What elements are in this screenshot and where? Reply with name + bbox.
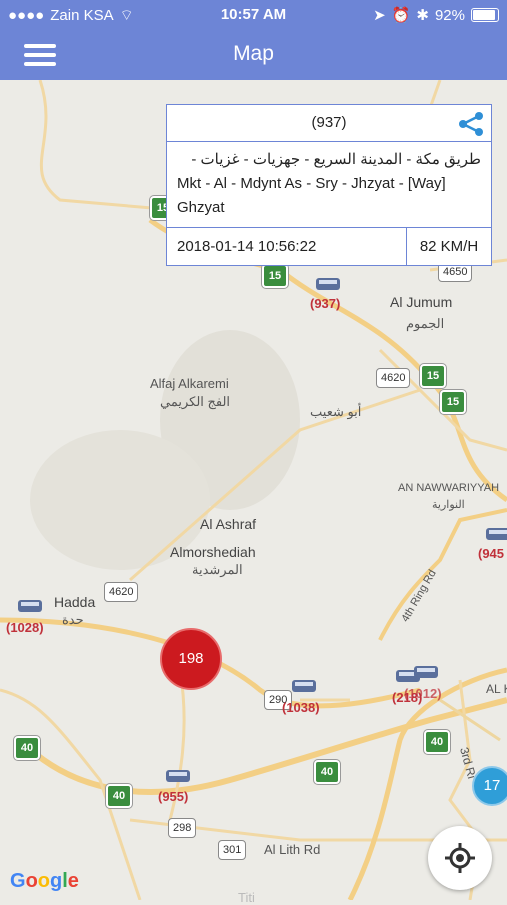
vehicle-info-card: (937) طريق مكة - المدينة السريع - جهزيات… bbox=[166, 104, 492, 266]
road-label: Al Lith Rd bbox=[264, 842, 321, 857]
highway-shield: 15 bbox=[262, 264, 288, 288]
highway-shield: 15 bbox=[420, 364, 446, 388]
bus-marker[interactable] bbox=[292, 680, 316, 692]
road-number: 4620 bbox=[376, 368, 411, 388]
info-speed: 82 KM/H bbox=[419, 238, 479, 255]
highway-shield: 15 bbox=[440, 390, 466, 414]
bus-marker[interactable] bbox=[414, 666, 438, 678]
vehicle-label: (945 bbox=[478, 546, 505, 561]
battery-percent: 92% bbox=[434, 6, 465, 24]
vehicle-label: (937) bbox=[310, 296, 341, 311]
alarm-icon: ⏰ bbox=[391, 7, 411, 24]
battery-icon bbox=[471, 8, 499, 22]
address-arabic: طريق مكة - المدينة السريع - جهزيات - غزي… bbox=[191, 151, 481, 168]
nav-bar: Map bbox=[0, 30, 507, 80]
place-label: AN NAWWARIYYAH bbox=[398, 482, 500, 494]
road-number: 298 bbox=[168, 818, 197, 838]
bus-marker[interactable] bbox=[486, 528, 507, 540]
place-label: AL K bbox=[486, 682, 507, 696]
google-logo: Google bbox=[10, 870, 79, 892]
highway-shield: 40 bbox=[106, 784, 132, 808]
cluster-marker[interactable]: 198 bbox=[160, 628, 222, 690]
info-footer: 2018-01-14 10:56:22 82 KM/H bbox=[167, 228, 491, 265]
vehicle-label: (955) bbox=[158, 789, 189, 804]
highway-shield: 40 bbox=[424, 730, 450, 754]
place-label-ar: حدة bbox=[62, 612, 84, 627]
place-label-ar: أبو شعيب bbox=[310, 404, 362, 419]
cluster-marker[interactable]: 17 bbox=[472, 766, 507, 806]
highway-shield: 40 bbox=[314, 760, 340, 784]
road-number: 4620 bbox=[104, 582, 139, 602]
bus-marker[interactable] bbox=[316, 278, 340, 290]
vehicle-label: (1012) bbox=[404, 686, 442, 701]
location-arrow-icon: ➤ bbox=[373, 7, 386, 24]
status-bar: ●●●● Zain KSA ⌔ 10:57 AM ➤ ⏰ ✱ 92% bbox=[0, 0, 507, 30]
place-label-ar: الجموم bbox=[406, 316, 445, 331]
place-label-ar: المرشدية bbox=[192, 562, 243, 577]
place-label: Al Jumum bbox=[390, 294, 453, 310]
vehicle-label: (1038) bbox=[282, 700, 320, 715]
address-transliterated-cont: Ghzyat bbox=[177, 199, 225, 216]
road-number: 301 bbox=[218, 840, 247, 860]
info-header: (937) bbox=[167, 105, 491, 142]
page-title: Map bbox=[233, 42, 274, 65]
place-label: Al Ashraf bbox=[200, 516, 257, 532]
bus-marker[interactable] bbox=[18, 600, 42, 612]
address-transliterated: Mkt - Al - Mdynt As - Sry - Jhzyat - [Wa… bbox=[177, 175, 446, 192]
crosshair-icon bbox=[445, 843, 475, 873]
place-label: Titi bbox=[238, 890, 255, 905]
share-icon[interactable] bbox=[457, 111, 485, 137]
place-label: Almorshediah bbox=[170, 544, 256, 560]
vehicle-label: (1028) bbox=[6, 620, 44, 635]
place-label: Hadda bbox=[54, 594, 96, 610]
vehicle-id: (937) bbox=[311, 114, 347, 131]
highway-shield: 40 bbox=[14, 736, 40, 760]
bluetooth-icon: ✱ bbox=[416, 7, 429, 24]
info-datetime: 2018-01-14 10:56:22 bbox=[167, 228, 407, 265]
place-label: Alfaj Alkaremi bbox=[150, 376, 229, 391]
my-location-button[interactable] bbox=[428, 826, 492, 890]
info-address: طريق مكة - المدينة السريع - جهزيات - غزي… bbox=[167, 142, 491, 228]
place-label-ar: الفج الكريمي bbox=[160, 394, 231, 409]
place-label-ar: النوارية bbox=[432, 499, 465, 511]
status-right: ➤ ⏰ ✱ 92% bbox=[373, 6, 499, 24]
bus-marker[interactable] bbox=[166, 770, 190, 782]
